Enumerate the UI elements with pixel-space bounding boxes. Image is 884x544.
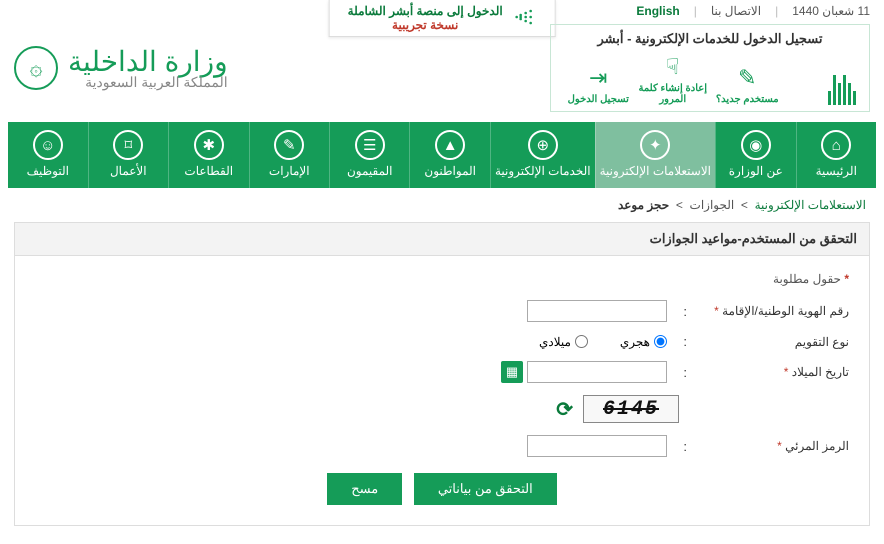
absher-login-box: تسجيل الدخول للخدمات الإلكترونية - أبشر … — [550, 24, 870, 112]
absher-title: تسجيل الدخول للخدمات الإلكترونية - أبشر — [561, 31, 859, 47]
captcha-image: 6145 — [583, 395, 679, 423]
clear-button[interactable]: مسح — [327, 473, 402, 505]
verification-panel: التحقق من المستخدم-مواعيد الجوازات * حقو… — [14, 222, 870, 526]
calendar-button[interactable]: ▦ — [501, 361, 523, 383]
edit-icon: ✎ — [710, 64, 785, 92]
ministry-subtitle: المملكة العربية السعودية — [68, 74, 228, 91]
nav-icon: ✱ — [194, 130, 224, 160]
nav-icon: ▲ — [435, 130, 465, 160]
nav-icon: ☰ — [355, 130, 385, 160]
hijri-date: 11 شعبان 1440 — [792, 4, 870, 18]
language-toggle[interactable]: English — [636, 4, 679, 18]
calendar-icon: ▦ — [506, 364, 518, 380]
nav-icon: ⌑ — [113, 130, 143, 160]
nav-item-1[interactable]: ◉عن الوزارة — [715, 122, 795, 188]
nav-item-8[interactable]: ⌑الأعمال — [88, 122, 168, 188]
nav-item-4[interactable]: ▲المواطنون — [409, 122, 489, 188]
captcha-label: الرمز المرئي * — [699, 439, 849, 453]
ministry-logo: وزارة الداخلية المملكة العربية السعودية … — [14, 45, 228, 91]
required-note: * حقول مطلوبة — [35, 272, 849, 286]
nav-item-3[interactable]: ⊕الخدمات الإلكترونية — [490, 122, 595, 188]
nav-icon: ✎ — [274, 130, 304, 160]
topbar: 11 شعبان 1440 | الاتصال بنا | English — [636, 4, 870, 18]
contact-link[interactable]: الاتصال بنا — [711, 4, 761, 18]
dob-input[interactable] — [527, 361, 667, 383]
nav-item-7[interactable]: ✱القطاعات — [168, 122, 248, 188]
main-nav: ⌂الرئيسية◉عن الوزارة✦الاستعلامات الإلكتر… — [8, 122, 876, 188]
national-id-input[interactable] — [527, 300, 667, 322]
calendar-type-label: نوع التقويم — [699, 335, 849, 349]
id-label: رقم الهوية الوطنية/الإقامة * — [699, 304, 849, 318]
login-icon: ⇥ — [561, 64, 636, 92]
absher-login[interactable]: ⇥ تسجيل الدخول — [561, 64, 636, 105]
absher-reset-password[interactable]: ☟ إعادة إنشاء كلمة المرور — [636, 53, 711, 105]
emblem-icon: ۞ — [14, 46, 58, 90]
nav-icon: ⊕ — [528, 130, 558, 160]
nav-item-6[interactable]: ✎الإمارات — [249, 122, 329, 188]
refresh-captcha-icon[interactable]: ⟳ — [556, 397, 573, 422]
nav-item-0[interactable]: ⌂الرئيسية — [796, 122, 876, 188]
nav-icon: ☺ — [33, 130, 63, 160]
nav-icon: ⌂ — [821, 130, 851, 160]
breadcrumb-mid[interactable]: الجوازات — [690, 198, 735, 212]
breadcrumb-current: حجز موعد — [618, 198, 669, 212]
breadcrumb: الاستعلامات الإلكترونية > الجوازات > حجز… — [0, 188, 884, 222]
nav-item-5[interactable]: ☰المقيمون — [329, 122, 409, 188]
panel-title: التحقق من المستخدم-مواعيد الجوازات — [15, 223, 869, 256]
absher-new-user[interactable]: ✎ مستخدم جديد؟ — [710, 64, 785, 105]
nav-icon: ✦ — [640, 130, 670, 160]
nav-icon: ◉ — [741, 130, 771, 160]
nav-item-9[interactable]: ☺التوظيف — [8, 122, 87, 188]
breadcrumb-root[interactable]: الاستعلامات الإلكترونية — [755, 198, 866, 212]
absher-logo — [785, 71, 860, 105]
hijri-radio[interactable]: هجري — [620, 335, 667, 349]
verify-button[interactable]: التحقق من بياناتي — [414, 473, 557, 505]
captcha-input[interactable] — [527, 435, 667, 457]
banner-line1: الدخول إلى منصة أبشر الشاملة — [348, 4, 503, 18]
nav-item-2[interactable]: ✦الاستعلامات الإلكترونية — [595, 122, 715, 188]
touch-icon: ☟ — [636, 53, 711, 81]
gregorian-radio[interactable]: ميلادي — [539, 335, 588, 349]
dob-label: تاريخ الميلاد * — [699, 365, 849, 379]
